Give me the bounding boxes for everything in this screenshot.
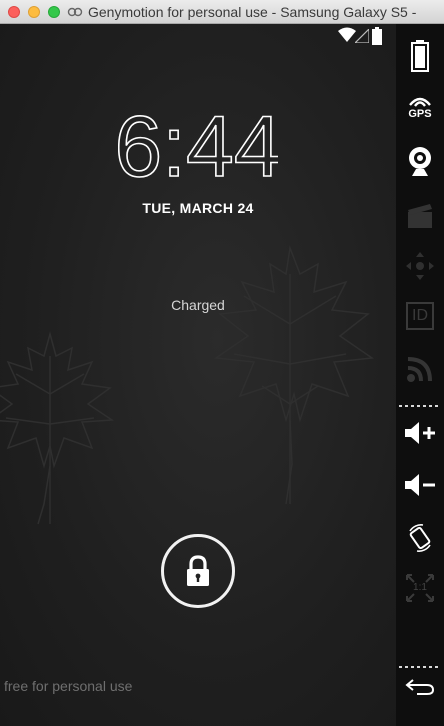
zoom-window-button[interactable] <box>48 6 60 18</box>
device-id-button: ID <box>396 298 444 334</box>
id-label: ID <box>412 307 428 324</box>
webcam-button[interactable] <box>396 142 444 180</box>
signal-icon <box>355 29 369 43</box>
volume-up-button[interactable] <box>396 416 444 450</box>
dpad-button <box>396 246 444 286</box>
close-window-button[interactable] <box>8 6 20 18</box>
rss-icon <box>407 357 432 382</box>
genymotion-sidebar: GPS ID 1:1 <box>396 24 444 726</box>
minimize-window-button[interactable] <box>28 6 40 18</box>
screencast-button <box>396 198 444 232</box>
lock-icon[interactable] <box>184 555 212 587</box>
clapperboard-icon <box>408 204 432 228</box>
wifi-icon <box>338 27 356 42</box>
title-bar: Genymotion for personal use - Samsung Ga… <box>0 0 444 24</box>
back-icon <box>405 679 435 695</box>
pixel-ratio-button: 1:1 <box>396 570 444 606</box>
rotate-button[interactable] <box>396 520 444 556</box>
status-bar <box>0 24 396 48</box>
sidebar-separator <box>399 405 441 407</box>
gps-button[interactable]: GPS <box>396 92 444 126</box>
genymotion-app-icon <box>67 7 83 17</box>
battery-widget-icon <box>411 40 429 72</box>
battery-widget-button[interactable] <box>396 36 444 76</box>
dpad-icon <box>406 252 434 280</box>
volume-down-icon <box>405 474 435 496</box>
webcam-icon <box>409 147 431 176</box>
pixel-ratio-label: 1:1 <box>413 582 427 593</box>
date-label: TUE, MARCH 24 <box>142 200 254 216</box>
watermark: free for personal use <box>4 678 133 694</box>
device-screen[interactable]: 6:44 TUE, MARCH 24 Charged free for pers… <box>0 24 396 726</box>
volume-down-button[interactable] <box>396 468 444 502</box>
back-button[interactable] <box>396 672 444 700</box>
genymotion-window: Genymotion for personal use - Samsung Ga… <box>0 0 444 726</box>
id-icon: ID <box>406 302 434 330</box>
gps-icon <box>409 97 431 107</box>
clock-time: 6:44 <box>118 112 278 184</box>
battery-icon <box>372 27 382 45</box>
gps-label: GPS <box>408 108 432 120</box>
clock-display: 6:44 <box>118 112 278 184</box>
sidebar-separator <box>399 666 441 668</box>
window-title: Genymotion for personal use - Samsung Ga… <box>88 4 417 20</box>
network-button <box>396 352 444 386</box>
volume-up-icon <box>405 422 435 444</box>
rotate-icon <box>409 524 431 552</box>
charge-status: Charged <box>171 297 225 313</box>
